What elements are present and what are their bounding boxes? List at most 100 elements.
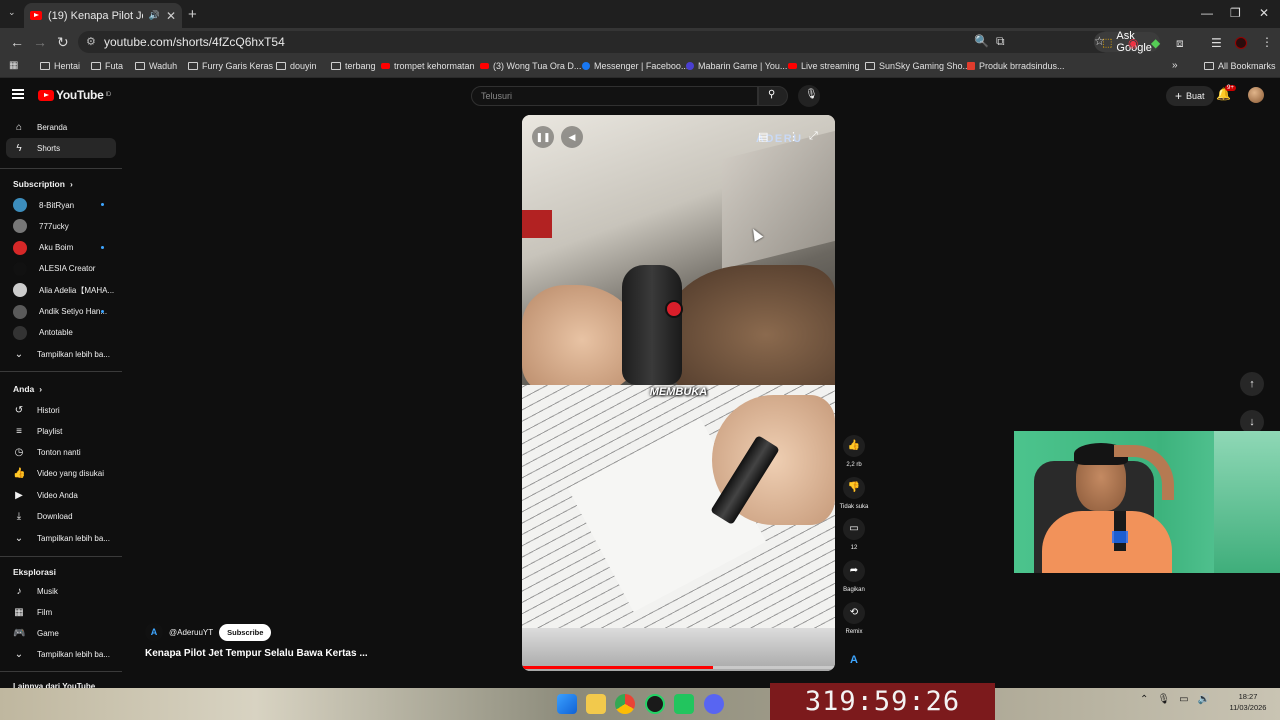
bookmark-star-icon[interactable]: ☆ xyxy=(1094,34,1105,48)
bookmark-item[interactable]: terbang xyxy=(331,61,376,71)
extension-leaf-icon[interactable]: ◆ xyxy=(1151,36,1160,50)
extensions-puzzle-icon[interactable]: ⧈ xyxy=(1176,36,1184,51)
all-bookmarks[interactable]: All Bookmarks xyxy=(1204,61,1276,71)
bookmark-item[interactable]: douyin xyxy=(276,61,317,71)
subscription-item[interactable]: 777ucky xyxy=(6,216,116,236)
chrome-icon[interactable] xyxy=(615,694,635,714)
forward-icon[interactable]: → xyxy=(33,34,47,50)
subscription-item[interactable]: 8-BitRyan xyxy=(6,195,116,215)
bookmark-item[interactable]: Furry Garis Keras xyxy=(188,61,273,71)
bookmark-item[interactable]: Hentai xyxy=(40,61,80,71)
search-button[interactable]: ⚲ xyxy=(758,86,788,106)
bookmark-item[interactable]: Mabarin Game | You... xyxy=(686,61,787,71)
bookmark-item[interactable]: Produk brradsindus... xyxy=(967,61,1065,71)
taskbar-clock[interactable]: 18:27 11/03/2026 xyxy=(1222,691,1274,713)
subscription-item[interactable]: Aku Boim xyxy=(6,238,116,258)
sidebar-item-video-anda[interactable]: ▶ Video Anda xyxy=(6,485,116,505)
sidebar-item-game[interactable]: 🎮 Game xyxy=(6,624,116,644)
back-icon[interactable]: ← xyxy=(10,34,24,50)
tab-audio-icon[interactable]: 🔊 xyxy=(149,10,160,21)
channel-name[interactable]: @AderuuYT xyxy=(169,628,213,637)
more-bookmarks-icon[interactable]: » xyxy=(1172,60,1178,71)
sidebar-item-film[interactable]: ▦ Film xyxy=(6,602,116,622)
extension-icon[interactable]: ◉ xyxy=(1128,36,1138,50)
subscribe-button[interactable]: Subscribe xyxy=(219,623,272,641)
restore-icon[interactable]: ❐ xyxy=(1230,6,1241,20)
comments-button[interactable]: ▭ 12 xyxy=(836,518,872,551)
bookmark-item[interactable]: Waduh xyxy=(135,61,177,71)
new-tab-icon[interactable]: + xyxy=(188,6,197,23)
account-avatar[interactable] xyxy=(1248,87,1264,103)
you-header[interactable]: Anda › xyxy=(13,384,42,394)
menu-icon[interactable] xyxy=(12,89,24,99)
app-icon[interactable] xyxy=(674,694,694,714)
discord-icon[interactable] xyxy=(704,694,724,714)
channel-logo-icon[interactable]: A xyxy=(145,623,163,641)
tab-search-icon[interactable]: ⌄ xyxy=(8,7,16,18)
tray-mic-icon[interactable]: 🎙 xyxy=(1157,694,1170,705)
youtube-logo[interactable]: YouTube ID xyxy=(38,88,111,102)
more-options-icon[interactable]: ⋮ xyxy=(788,130,799,143)
channel-avatar-icon[interactable]: A xyxy=(845,651,863,669)
subscription-header[interactable]: Subscription › xyxy=(13,179,73,189)
tab-close-icon[interactable]: ✕ xyxy=(166,9,176,23)
minimize-icon[interactable]: — xyxy=(1201,6,1213,20)
sidebar-item-playlist[interactable]: ≡ Playlist xyxy=(6,421,116,441)
windows-start-icon[interactable] xyxy=(557,694,577,714)
bookmark-item[interactable]: Live streaming xyxy=(788,61,860,71)
reload-icon[interactable]: ↻ xyxy=(57,34,69,51)
cast-icon[interactable]: ⧉ xyxy=(996,34,1005,49)
sidebar-item-download[interactable]: ⤓ Download xyxy=(6,507,116,527)
sidebar-item-histori[interactable]: ↺ Histori xyxy=(6,400,116,420)
sidebar-item-tonton-nanti[interactable]: ◷ Tonton nanti xyxy=(6,443,116,463)
reading-list-icon[interactable]: ☰ xyxy=(1211,36,1222,50)
whatsapp-icon[interactable] xyxy=(645,694,665,714)
file-explorer-icon[interactable] xyxy=(586,694,606,714)
tray-chevron-icon[interactable]: ⌃ xyxy=(1140,694,1148,705)
you-show-more[interactable]: ⌄ Tampilkan lebih ba... xyxy=(6,528,116,548)
subscription-item[interactable]: ALESIA Creator xyxy=(6,259,116,279)
browser-tab[interactable]: (19) Kenapa Pilot Jet Tempur Selalu Bawa… xyxy=(24,3,182,28)
tray-volume-icon[interactable]: 🔊 xyxy=(1198,694,1210,705)
sidebar-item-shorts[interactable]: ϟ Shorts xyxy=(6,138,116,158)
subscription-item[interactable]: Andik Setiyo Han... xyxy=(6,302,116,322)
voice-search-button[interactable]: 🎙 xyxy=(798,85,820,107)
volume-button[interactable]: ◀ xyxy=(561,126,583,148)
sidebar-item-musik[interactable]: ♪ Musik xyxy=(6,581,116,601)
video-progress-bar[interactable] xyxy=(522,666,835,669)
tray-network-icon[interactable]: ▭ xyxy=(1179,694,1188,705)
dislike-button[interactable]: 👎 Tidak suka xyxy=(836,477,872,510)
short-title[interactable]: Kenapa Pilot Jet Tempur Selalu Bawa Kert… xyxy=(145,648,368,659)
share-button[interactable]: ➦ Bagikan xyxy=(836,560,872,593)
search-input[interactable]: Telusuri xyxy=(471,86,758,106)
chrome-menu-icon[interactable]: ⋮ xyxy=(1261,35,1273,49)
bookmark-item[interactable]: trompet kehormatan xyxy=(381,61,475,71)
pause-button[interactable]: ❚❚ xyxy=(532,126,554,148)
profile-icon[interactable] xyxy=(1235,37,1247,49)
sidebar-item-video-yang-disukai[interactable]: 👍 Video yang disukai xyxy=(6,464,116,484)
sidebar-item-beranda[interactable]: ⌂ Beranda xyxy=(6,117,116,137)
zoom-search-icon[interactable]: 🔍 xyxy=(974,34,989,48)
sidebar-item-label: Histori xyxy=(37,405,60,415)
shorts-video-player[interactable]: MEMBUKA ❚❚ ◀ ADERU ▤ ⋮ ⤢ xyxy=(522,115,835,671)
subscription-item[interactable]: Alia Adelia【MAHA... xyxy=(6,280,116,300)
subscription-item[interactable]: Antotable xyxy=(6,323,116,343)
site-info-icon[interactable]: ⚙ xyxy=(86,35,96,48)
like-button[interactable]: 👍 2,2 rb xyxy=(836,435,872,468)
bookmark-item[interactable]: Messenger | Faceboo... xyxy=(582,61,688,71)
comment-count: 12 xyxy=(850,545,858,551)
captions-icon[interactable]: ▤ xyxy=(758,130,768,143)
explore-show-more[interactable]: ⌄ Tampilkan lebih ba... xyxy=(6,644,116,664)
bookmark-item[interactable]: SunSky Gaming Sho... xyxy=(865,61,970,71)
bookmark-item[interactable]: Futa xyxy=(91,61,123,71)
address-bar[interactable]: ⚙ youtube.com/shorts/4fZcQ6hxT54 🔍 ⧉ ⬚ A… xyxy=(78,30,1160,54)
bookmark-label: Hentai xyxy=(54,61,81,71)
close-window-icon[interactable]: ✕ xyxy=(1259,6,1269,20)
fullscreen-icon[interactable]: ⤢ xyxy=(809,130,818,143)
create-button[interactable]: + Buat xyxy=(1166,86,1214,106)
remix-button[interactable]: ⟲ Remix xyxy=(836,602,872,635)
bookmark-item[interactable]: (3) Wong Tua Ora D... xyxy=(480,61,581,71)
subs-show-more[interactable]: ⌄ Tampilkan lebih ba... xyxy=(6,344,116,364)
previous-short-button[interactable]: ↑ xyxy=(1240,372,1264,396)
apps-grid-icon[interactable]: ▦ xyxy=(9,60,18,71)
